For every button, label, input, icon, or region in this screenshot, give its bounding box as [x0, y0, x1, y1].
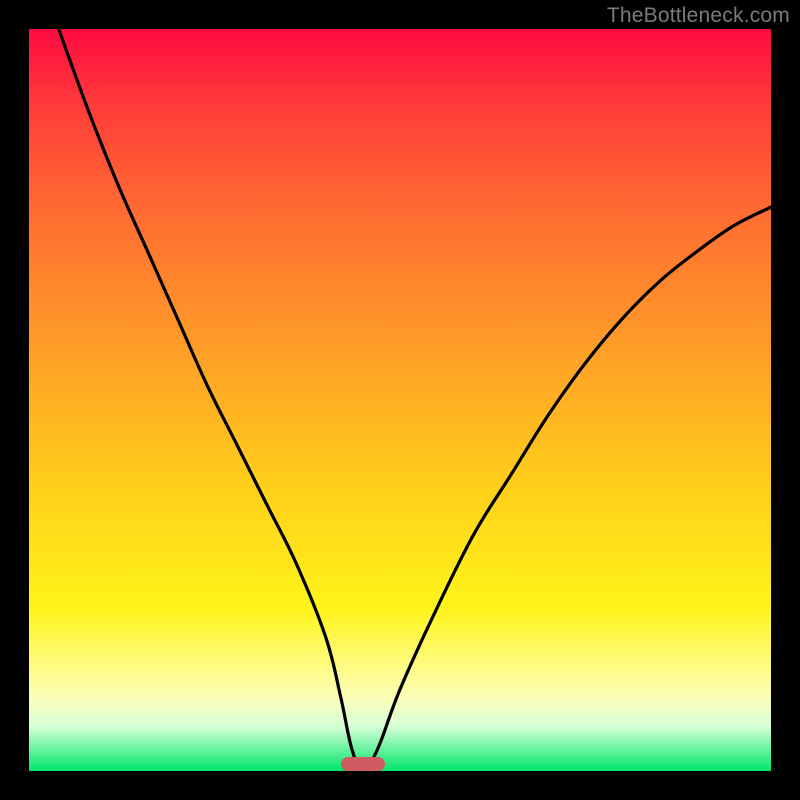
target-marker	[341, 757, 386, 771]
watermark-text: TheBottleneck.com	[607, 4, 790, 28]
bottleneck-curve	[29, 29, 771, 771]
chart-plot-area	[29, 29, 771, 771]
